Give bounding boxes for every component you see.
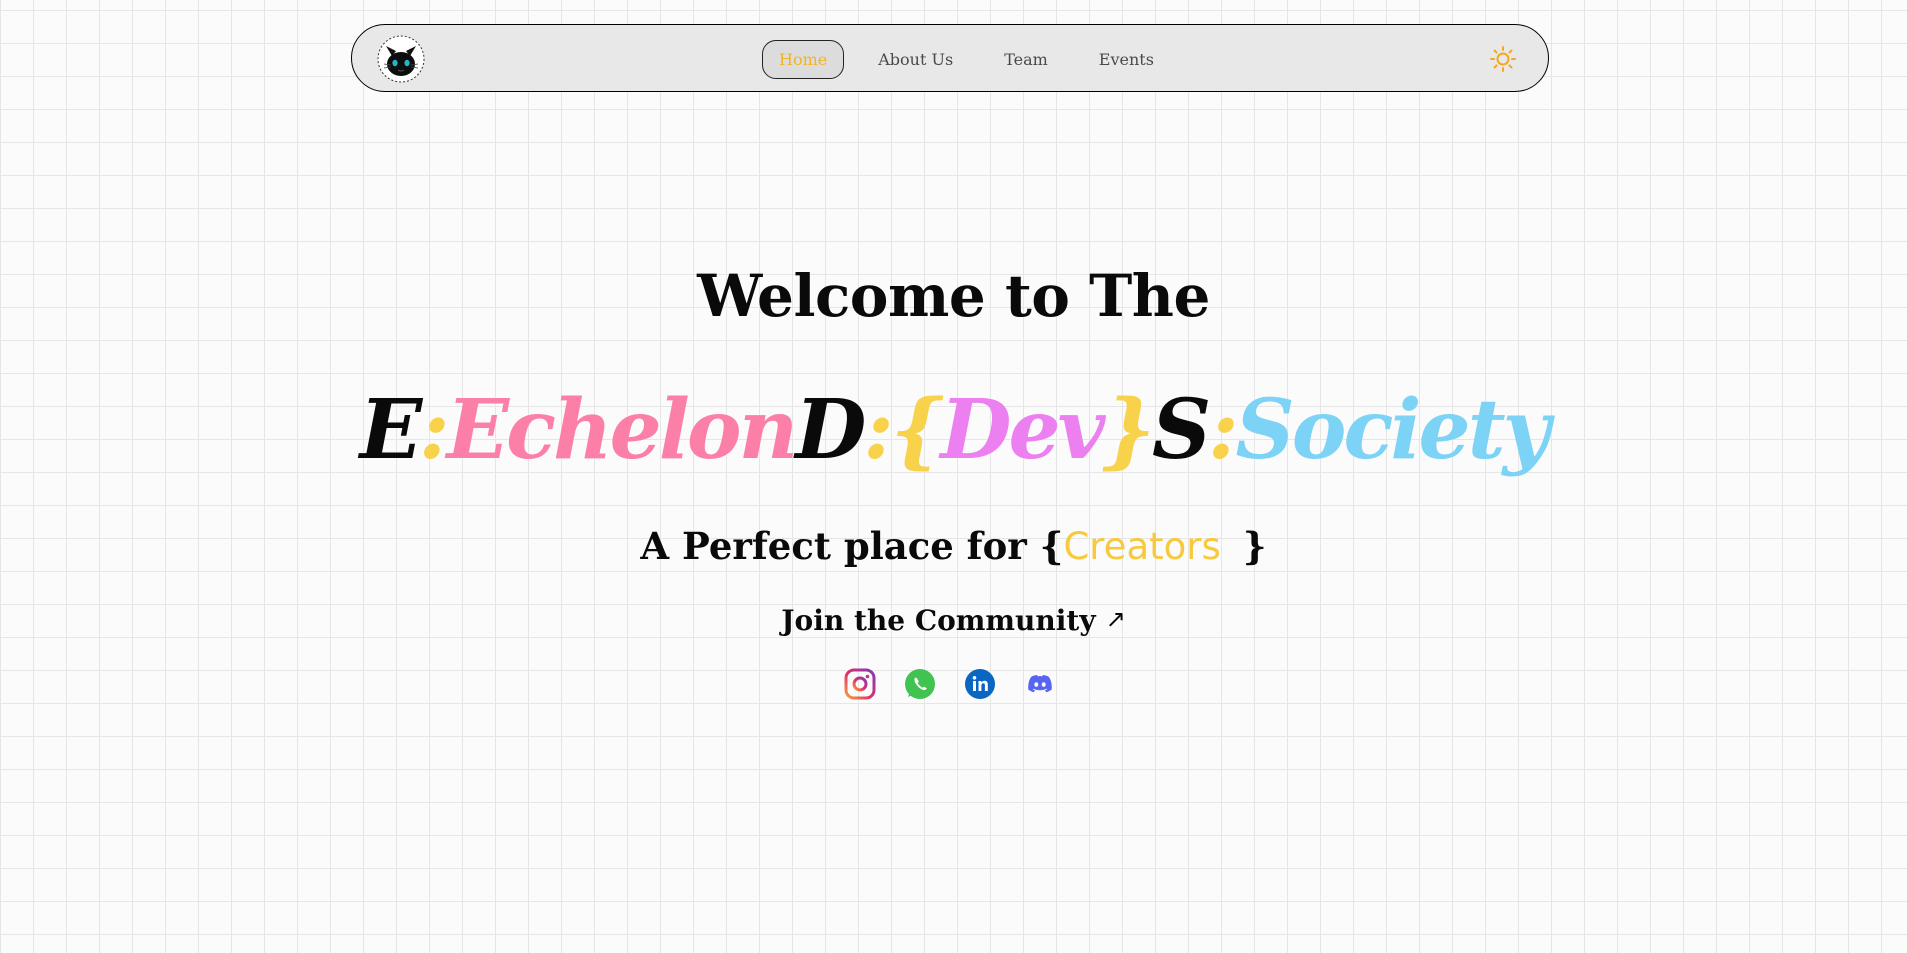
title-open-brace: {	[890, 382, 944, 478]
title-e-letter: E	[359, 382, 422, 478]
tagline-highlight: Creators	[1063, 525, 1221, 568]
tagline-suffix: }	[1242, 524, 1267, 568]
join-community-link[interactable]: Join the Community ↗	[0, 604, 1907, 637]
instagram-icon[interactable]	[844, 668, 876, 700]
title-d-colon: :	[863, 382, 893, 478]
nav-item-team[interactable]: Team	[987, 40, 1065, 79]
discord-icon[interactable]	[1024, 668, 1056, 700]
hero-title: E:EchelonD:{Dev}S:Society	[0, 382, 1907, 478]
title-e-colon: :	[419, 382, 449, 478]
nav-item-home[interactable]: Home	[762, 39, 845, 79]
title-d-letter: D	[795, 382, 866, 478]
cat-logo-icon[interactable]	[376, 34, 426, 84]
join-community-label: Join the Community	[781, 604, 1096, 637]
title-dev: Dev	[940, 382, 1105, 478]
nav-item-about-us[interactable]: About Us	[861, 40, 970, 79]
title-echelon: Echelon	[446, 382, 799, 478]
sun-icon[interactable]	[1489, 45, 1517, 73]
whatsapp-icon[interactable]	[904, 668, 936, 700]
title-close-brace: }	[1102, 382, 1155, 478]
nav-item-events[interactable]: Events	[1082, 40, 1171, 79]
tagline-prefix: A Perfect place for {	[640, 524, 1064, 568]
social-links	[844, 668, 1056, 700]
title-society: Society	[1235, 382, 1551, 478]
welcome-heading: Welcome to The	[697, 262, 1210, 330]
nav-links: Home About Us Team Events	[762, 39, 1188, 79]
title-s-letter: S	[1152, 382, 1211, 478]
arrow-up-right-icon: ↗	[1105, 605, 1126, 633]
tagline: A Perfect place for {Creators}	[0, 524, 1907, 568]
navbar: Home About Us Team Events	[351, 24, 1549, 92]
linkedin-icon[interactable]	[964, 668, 996, 700]
title-s-colon: :	[1208, 382, 1238, 478]
